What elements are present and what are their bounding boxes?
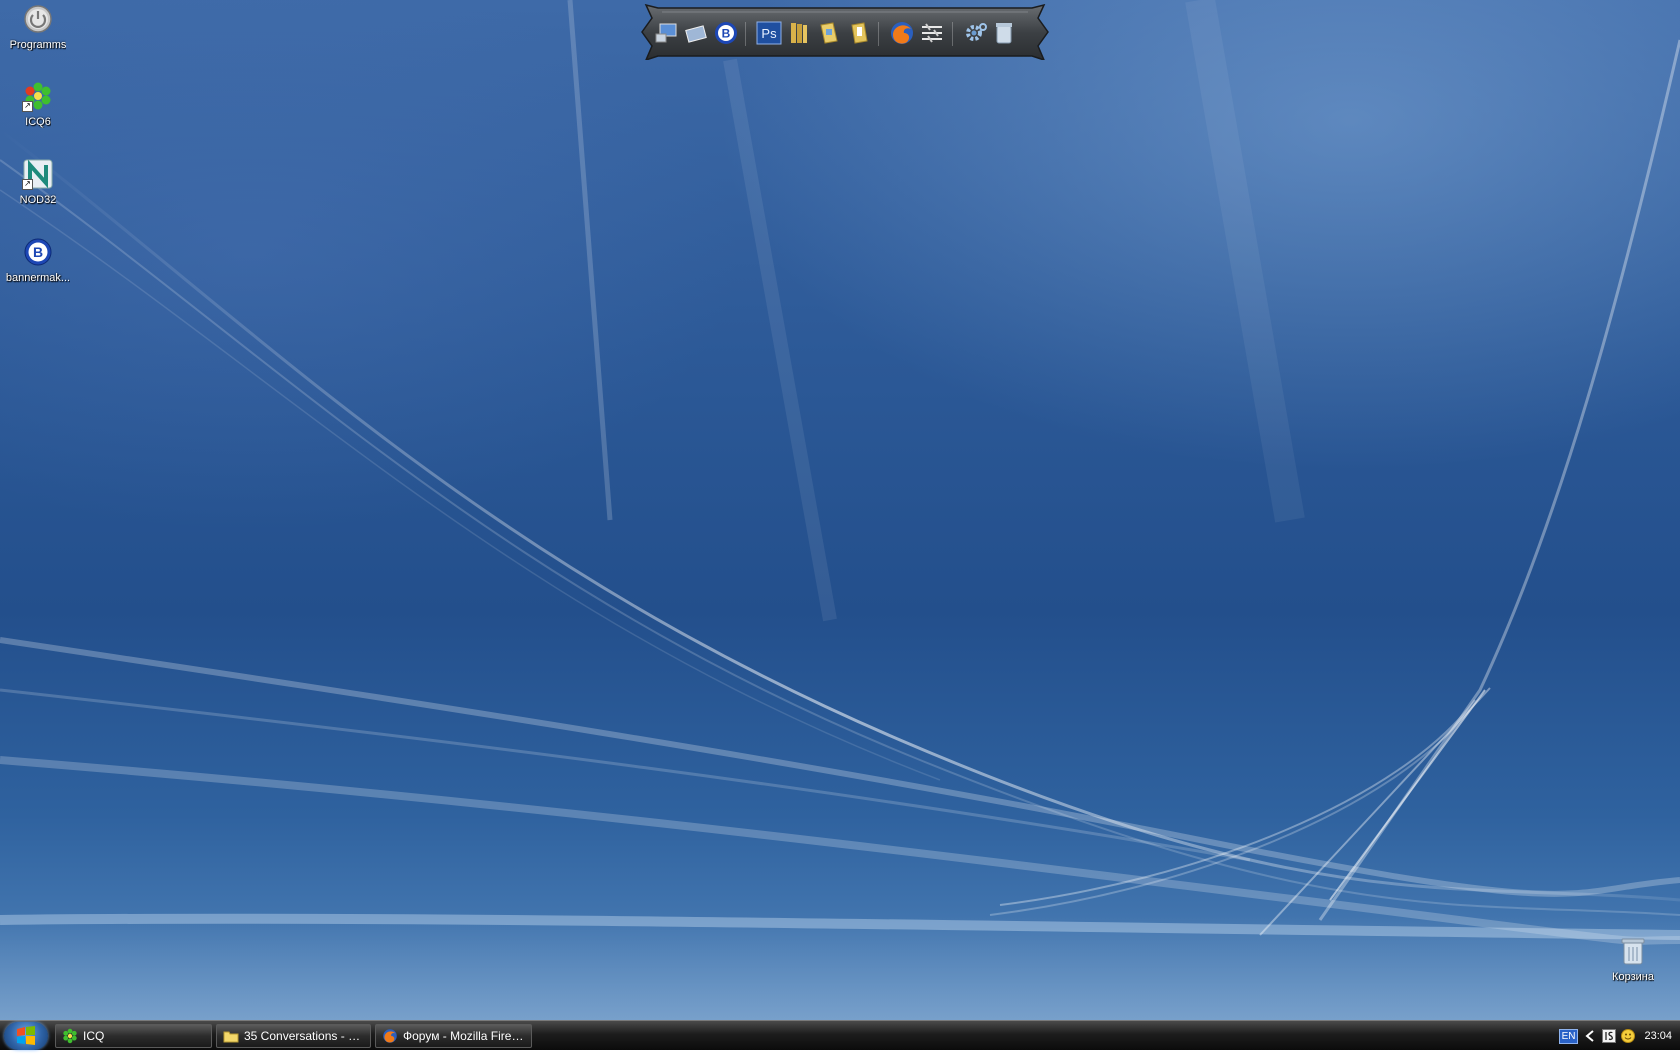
dock-launcher: B Ps <box>640 4 1050 60</box>
taskbar-button-icq[interactable]: ICQ <box>55 1024 212 1048</box>
desktop-icon-bannermaker[interactable]: B bannermak... <box>0 236 76 284</box>
dock-separator <box>745 22 746 46</box>
desktop-icon-label: Programms <box>9 39 67 51</box>
dock-firefox-icon[interactable] <box>888 18 916 48</box>
shortcut-arrow-icon: ↗ <box>22 179 33 190</box>
svg-text:B: B <box>722 27 731 41</box>
dock-photoshop-icon[interactable]: Ps <box>755 18 783 48</box>
icq-flower-icon <box>62 1028 78 1044</box>
dock-folder-icon[interactable] <box>815 18 843 48</box>
taskbar-button-firefox[interactable]: Форум - Mozilla Firefox <box>375 1024 532 1048</box>
dock-settings-sliders-icon[interactable] <box>918 18 946 48</box>
dock-folder-docs-icon[interactable] <box>845 18 873 48</box>
power-icon <box>22 3 54 35</box>
icq-flower-icon: ↗ <box>22 80 54 112</box>
dock-books-icon[interactable] <box>785 18 813 48</box>
chevron-left-icon[interactable] <box>1583 1029 1597 1043</box>
is-app-icon[interactable] <box>1602 1029 1617 1043</box>
nod32-icon: ↗ <box>22 158 54 190</box>
taskbar-button-label: ICQ <box>83 1029 105 1043</box>
dock-trash-icon[interactable] <box>990 18 1018 48</box>
recycle-bin-icon <box>1617 935 1649 967</box>
desktop-icon-label: bannermak... <box>5 272 71 284</box>
smiley-icon[interactable] <box>1621 1029 1636 1043</box>
taskbar-button-label: 35 Conversations - D... <box>244 1029 367 1043</box>
dock-my-computer-icon[interactable] <box>652 18 680 48</box>
firefox-icon <box>382 1028 398 1044</box>
folder-icon <box>223 1028 239 1044</box>
desktop-icon-label: ICQ6 <box>25 116 51 128</box>
dock-gear-icon[interactable] <box>962 18 990 48</box>
desktop-icon-label: NOD32 <box>19 194 57 206</box>
shortcut-arrow-icon: ↗ <box>22 101 33 112</box>
windows-logo-icon <box>17 1026 35 1045</box>
bannermaker-b-icon: B <box>22 236 54 268</box>
desktop-icon-recycle-bin[interactable]: Корзина <box>1595 935 1671 983</box>
desktop[interactable]: Programms ↗ ICQ6 ↗ NOD32 B bannermak... … <box>0 0 1680 1020</box>
language-indicator[interactable]: EN <box>1558 1028 1579 1044</box>
clock[interactable]: 23:04 <box>1644 1030 1672 1042</box>
svg-text:B: B <box>33 244 43 260</box>
dock-bannermaker-b-icon[interactable]: B <box>712 18 740 48</box>
desktop-icon-nod32[interactable]: ↗ NOD32 <box>0 158 76 206</box>
dock-separator <box>952 22 953 46</box>
svg-text:Ps: Ps <box>761 26 777 41</box>
dock-network-icon[interactable] <box>682 18 710 48</box>
desktop-icon-label: Корзина <box>1612 971 1654 983</box>
wallpaper-light-streaks <box>0 0 1680 1020</box>
start-button[interactable] <box>4 1022 48 1050</box>
taskbar-button-label: Форум - Mozilla Firefox <box>403 1029 528 1043</box>
system-tray: EN 23:04 <box>1552 1022 1680 1050</box>
desktop-icon-programms[interactable]: Programms <box>0 3 76 51</box>
dock-separator <box>878 22 879 46</box>
taskbar-button-conversations[interactable]: 35 Conversations - D... <box>216 1024 371 1048</box>
taskbar: ICQ 35 Conversations - D... Форум - Mozi… <box>0 1020 1680 1050</box>
desktop-icon-icq6[interactable]: ↗ ICQ6 <box>0 80 76 128</box>
